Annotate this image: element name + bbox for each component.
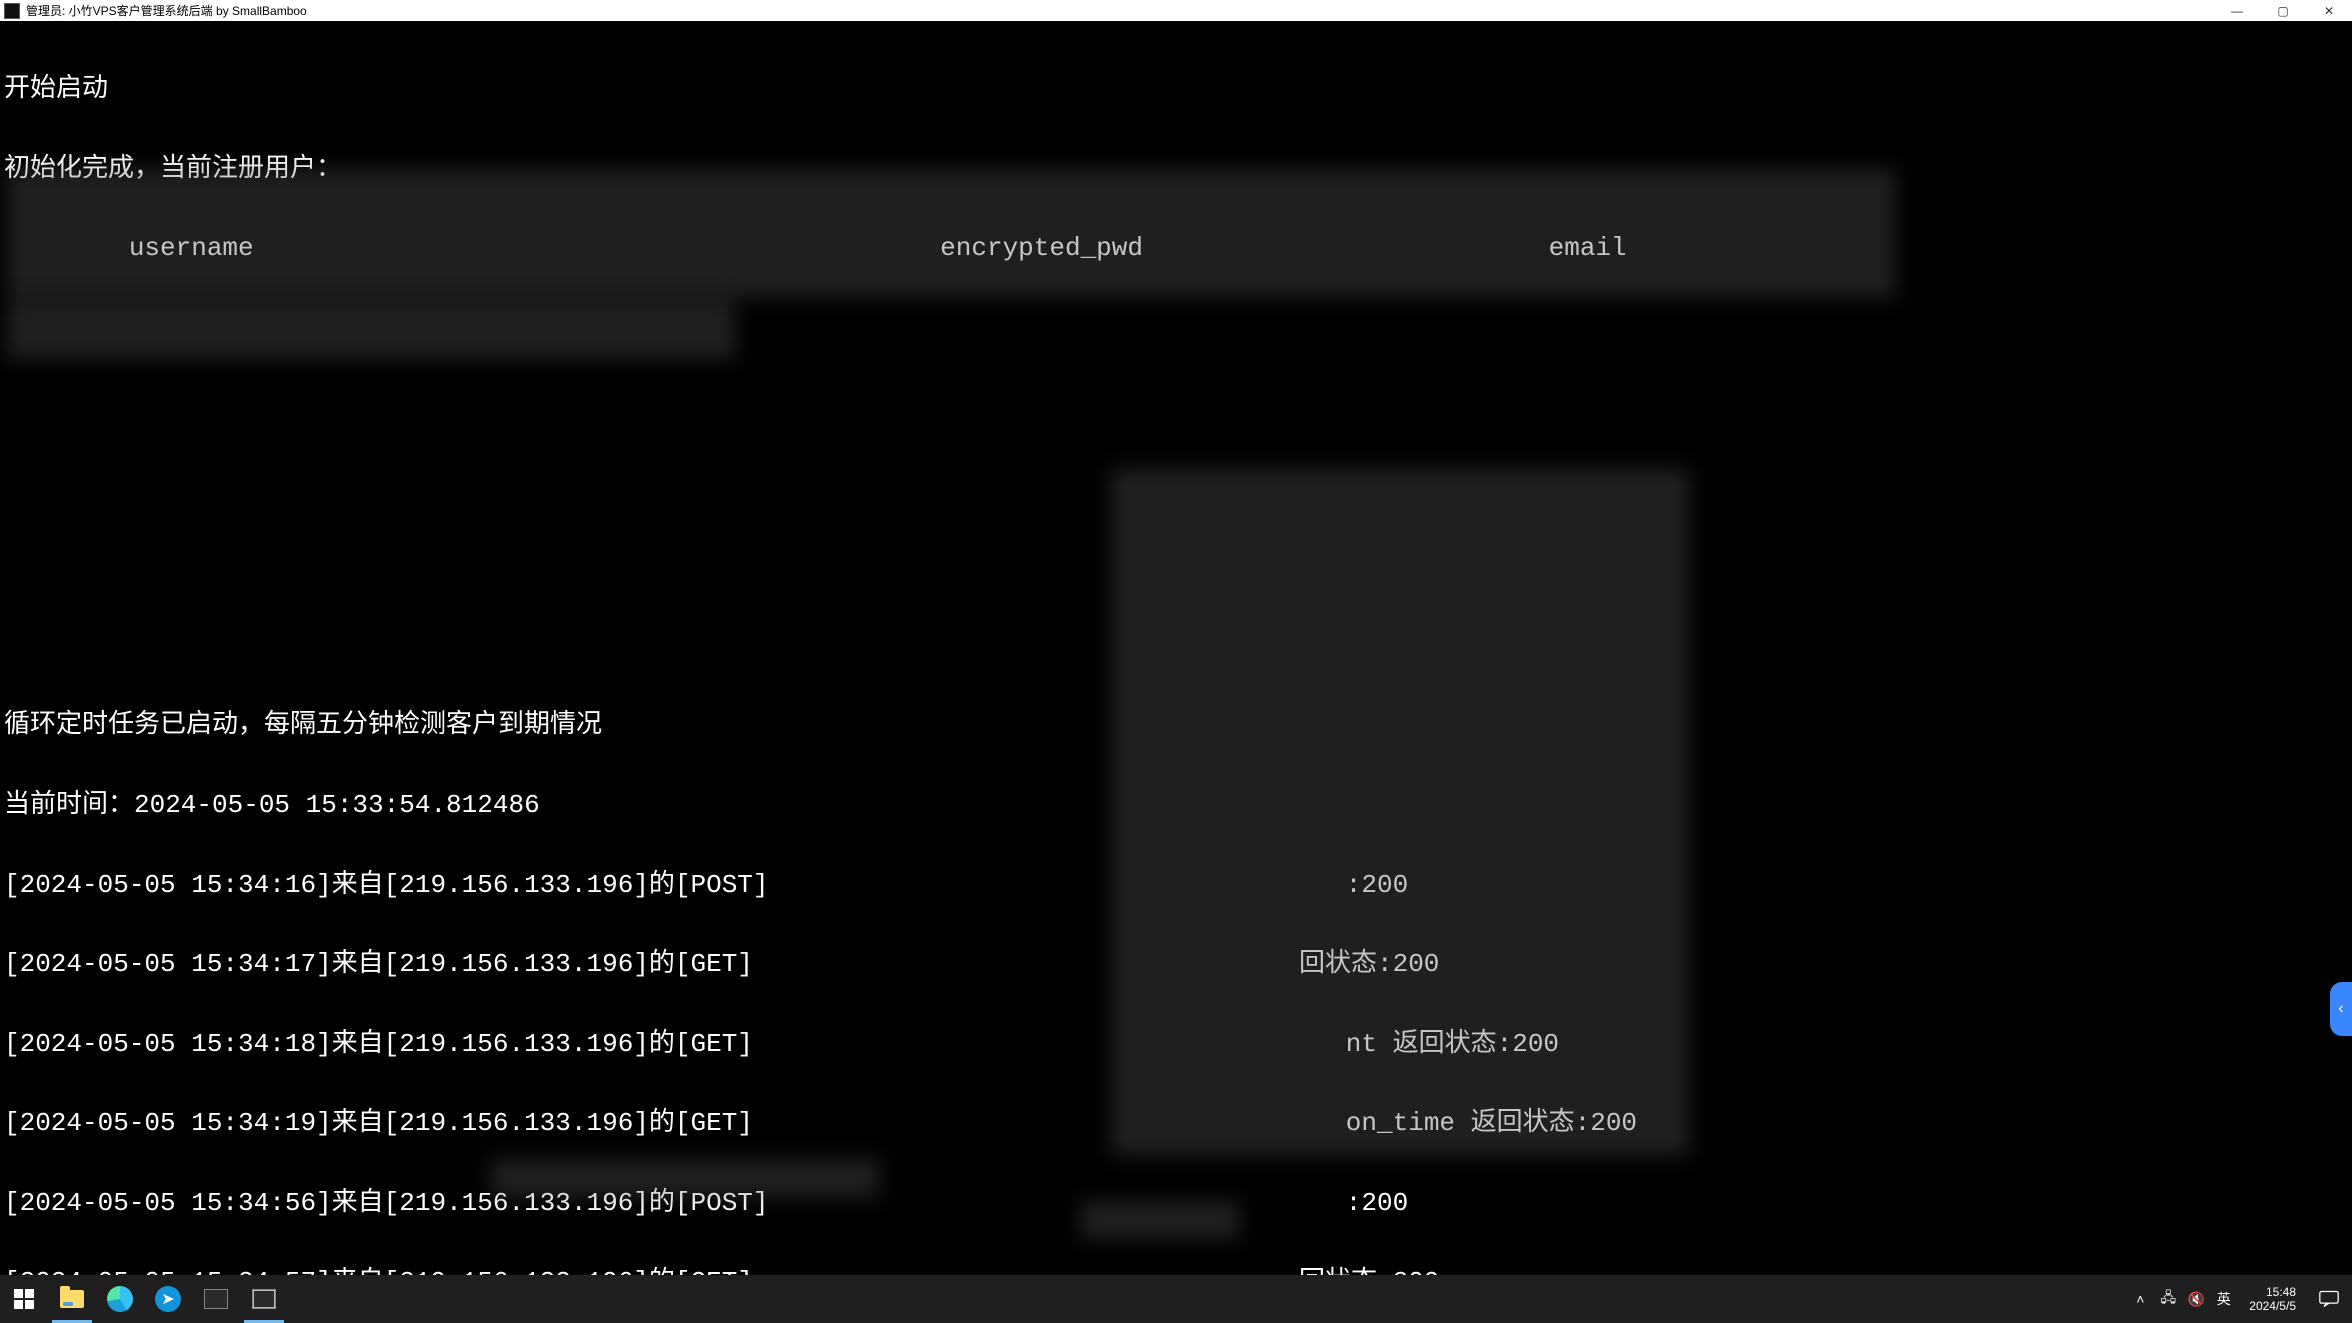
log-line: [2024-05-05 15:34:16]来自[219.156.133.196]… [4, 872, 2348, 899]
window-title: 管理员: 小竹VPS客户管理系统后端 by SmallBamboo [26, 2, 307, 19]
console-output[interactable]: 开始启动 初始化完成，当前注册用户： username encrypted_pw… [0, 21, 2352, 1323]
console-blank [4, 633, 2348, 660]
console-columns: username encrypted_pwd email [4, 235, 2348, 262]
log-line: [2024-05-05 15:34:17]来自[219.156.133.196]… [4, 951, 2348, 978]
terminal-icon [202, 1285, 230, 1313]
ime-indicator[interactable]: 英 [2215, 1290, 2233, 1308]
app-icon [4, 3, 20, 19]
title-bar: 管理员: 小竹VPS客户管理系统后端 by SmallBamboo — ▢ ✕ [0, 0, 2352, 21]
edge-icon [106, 1285, 134, 1313]
console-blank [4, 553, 2348, 580]
compass-icon: ➤ [154, 1285, 182, 1313]
action-center-button[interactable] [2306, 1275, 2352, 1323]
chevron-left-icon: ‹ [2336, 1000, 2346, 1018]
clock-time: 15:48 [2249, 1285, 2296, 1299]
folder-icon [58, 1285, 86, 1313]
system-tray: ˄ 🖧 🔇 英 [2125, 1290, 2239, 1308]
taskbar-terminal-2[interactable] [240, 1275, 288, 1323]
app-window: 管理员: 小竹VPS客户管理系统后端 by SmallBamboo — ▢ ✕ … [0, 0, 2352, 1323]
taskbar-clock[interactable]: 15:48 2024/5/5 [2239, 1285, 2306, 1313]
taskbar-terminal-1[interactable] [192, 1275, 240, 1323]
console-blank [4, 474, 2348, 501]
side-drawer-handle[interactable]: ‹ [2330, 982, 2352, 1036]
windows-logo-icon [10, 1285, 38, 1313]
tray-overflow-button[interactable]: ˄ [2131, 1290, 2149, 1308]
volume-muted-icon[interactable]: 🔇 [2187, 1290, 2205, 1308]
taskbar: ➤ ˄ 🖧 🔇 英 15:48 2024/5/5 [0, 1275, 2352, 1323]
console-line: 循环定时任务已启动，每隔五分钟检测客户到期情况 [4, 712, 2348, 739]
taskbar-file-explorer[interactable] [48, 1275, 96, 1323]
clock-date: 2024/5/5 [2249, 1299, 2296, 1313]
log-line: [2024-05-05 15:34:18]来自[219.156.133.196]… [4, 1031, 2348, 1058]
notification-icon [2319, 1290, 2339, 1308]
minimize-button[interactable]: — [2214, 0, 2260, 21]
console-line: 当前时间：2024-05-05 15:33:54.812486 [4, 792, 2348, 819]
log-line: [2024-05-05 15:34:56]来自[219.156.133.196]… [4, 1190, 2348, 1217]
close-button[interactable]: ✕ [2306, 0, 2352, 21]
console-blank [4, 315, 2348, 342]
log-line: [2024-05-05 15:34:19]来自[219.156.133.196]… [4, 1110, 2348, 1137]
console-line: 初始化完成，当前注册用户： [4, 156, 2348, 183]
terminal-icon [250, 1285, 278, 1313]
maximize-button[interactable]: ▢ [2260, 0, 2306, 21]
taskbar-edge[interactable] [96, 1275, 144, 1323]
console-blank [4, 394, 2348, 421]
start-button[interactable] [0, 1275, 48, 1323]
window-controls: — ▢ ✕ [2214, 0, 2352, 21]
network-icon[interactable]: 🖧 [2159, 1290, 2177, 1308]
console-line: 开始启动 [4, 76, 2348, 103]
taskbar-app-blue[interactable]: ➤ [144, 1275, 192, 1323]
